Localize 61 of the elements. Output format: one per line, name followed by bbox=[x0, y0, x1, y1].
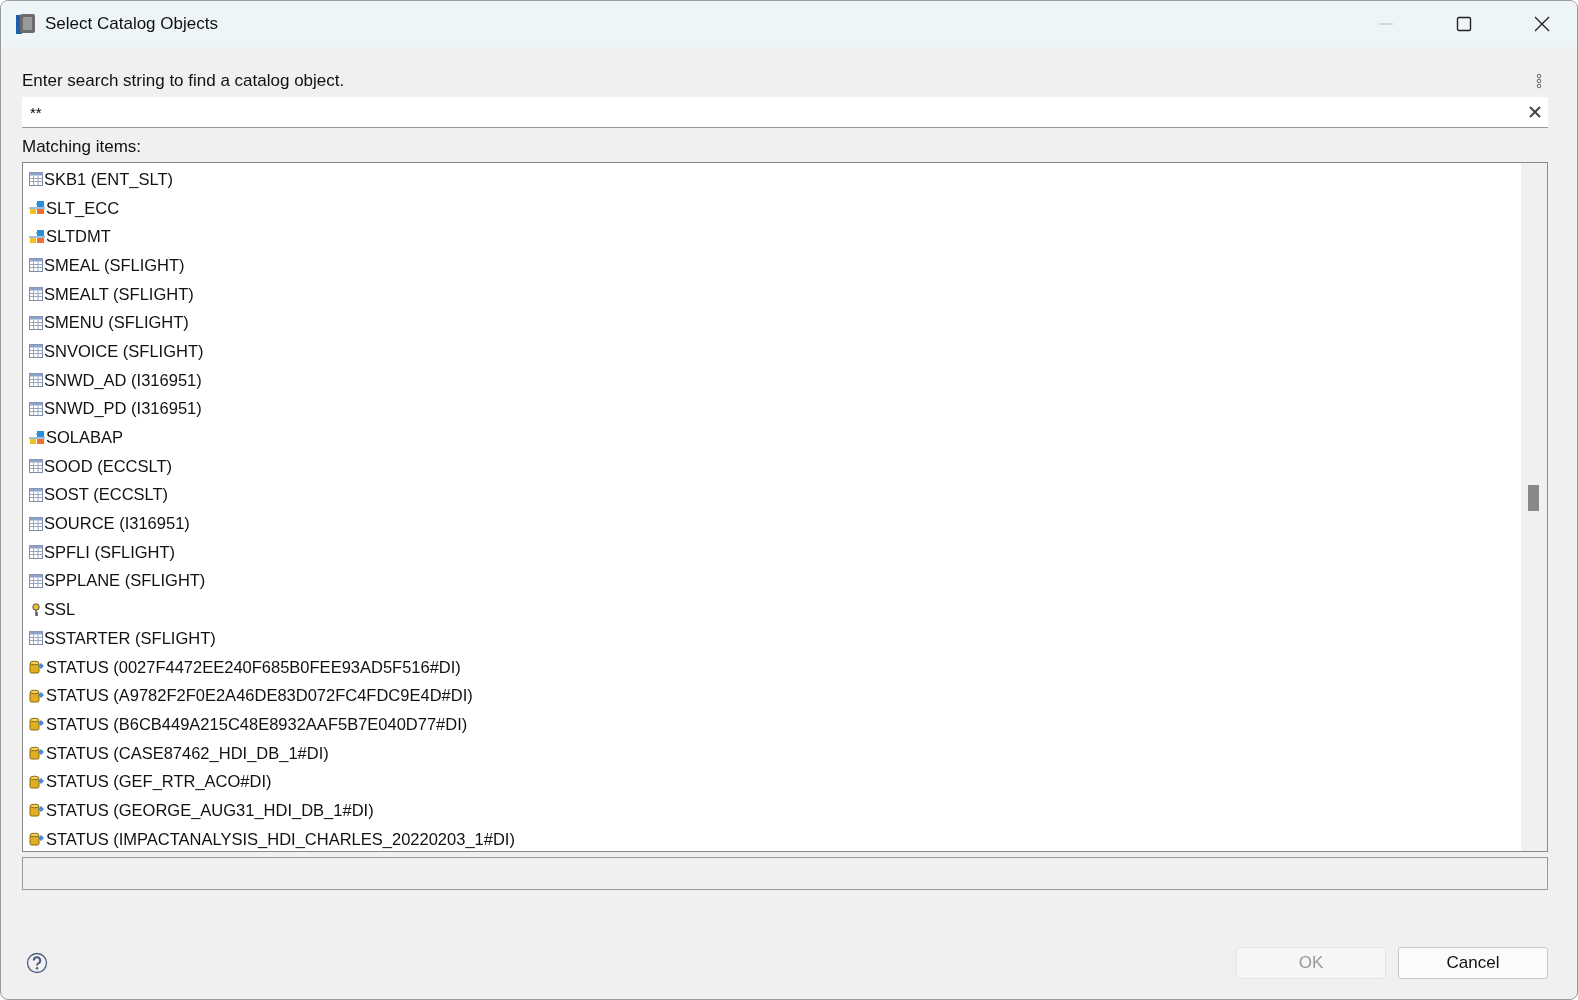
list-item[interactable]: STATUS (CASE87462_HDI_DB_1#DI) bbox=[46, 743, 329, 763]
list-item[interactable]: STATUS (GEORGE_AUG31_HDI_DB_1#DI) bbox=[46, 800, 374, 820]
database-icon bbox=[29, 660, 45, 675]
list-item[interactable]: SMEALT (SFLIGHT) bbox=[44, 284, 194, 304]
list-item[interactable]: STATUS (IMPACTANALYSIS_HDI_CHARLES_20220203_1#DI) bbox=[46, 829, 515, 849]
key-icon bbox=[29, 602, 43, 617]
list-item[interactable]: SNWD_AD (I316951) bbox=[44, 370, 202, 390]
list-item[interactable]: STATUS (GEF_RTR_ACO#DI) bbox=[46, 772, 272, 792]
list-item[interactable]: SSTARTER (SFLIGHT) bbox=[44, 628, 216, 648]
table-icon bbox=[29, 401, 43, 416]
list-item[interactable]: SKB1 (ENT_SLT) bbox=[44, 169, 173, 189]
table-icon bbox=[29, 631, 43, 646]
table-icon bbox=[29, 315, 43, 330]
dialog-button[interactable]: Cancel bbox=[1398, 947, 1548, 979]
table-icon bbox=[29, 172, 43, 187]
search-field[interactable]: ** bbox=[22, 97, 1548, 128]
list-item[interactable]: STATUS (B6CB449A215C48E8932AAF5B7E040D77#DI) bbox=[46, 714, 468, 734]
search-label: Enter search string to find a catalog object. bbox=[22, 71, 345, 91]
scrollbar[interactable] bbox=[1521, 163, 1547, 851]
list-item[interactable]: SSL bbox=[44, 600, 76, 620]
list-item[interactable]: SMENU (SFLIGHT) bbox=[44, 313, 189, 333]
database-icon bbox=[29, 774, 45, 789]
list-item[interactable]: SMEAL (SFLIGHT) bbox=[44, 255, 185, 275]
list-item[interactable]: STATUS (0027F4472EE240F685B0FEE93AD5F516#DI) bbox=[46, 657, 461, 677]
table-icon bbox=[29, 516, 43, 531]
list-item[interactable]: SOURCE (I316951) bbox=[44, 514, 190, 534]
list-item[interactable]: SLTDMT bbox=[46, 227, 111, 247]
package-icon bbox=[29, 430, 45, 445]
help-icon[interactable] bbox=[26, 952, 48, 974]
table-icon bbox=[29, 459, 43, 474]
database-icon bbox=[29, 803, 45, 818]
list-item[interactable]: SNWD_PD (I316951) bbox=[44, 399, 202, 419]
table-icon bbox=[29, 287, 43, 302]
package-icon bbox=[29, 201, 45, 216]
clear-icon[interactable] bbox=[1528, 105, 1542, 119]
list-label: Matching items: bbox=[22, 137, 143, 157]
package-icon bbox=[29, 229, 45, 244]
database-icon bbox=[29, 746, 45, 761]
list-item[interactable]: SPFLI (SFLIGHT) bbox=[44, 542, 176, 562]
table-icon bbox=[29, 545, 43, 560]
list-item[interactable]: SOLABAP bbox=[46, 428, 124, 448]
table-icon bbox=[29, 573, 43, 588]
list-item[interactable]: SNVOICE (SFLIGHT) bbox=[44, 341, 204, 361]
table-icon bbox=[29, 487, 43, 502]
list-item[interactable]: SPPLANE (SFLIGHT) bbox=[44, 571, 206, 591]
window-title: Select Catalog Objects bbox=[45, 14, 218, 34]
catalog-icon bbox=[15, 13, 37, 35]
database-icon bbox=[29, 688, 45, 703]
list-item[interactable]: SLT_ECC bbox=[46, 198, 120, 218]
database-icon bbox=[29, 832, 45, 847]
database-icon bbox=[29, 717, 45, 732]
scrollbar-thumb[interactable] bbox=[1528, 485, 1539, 511]
close-icon[interactable] bbox=[1533, 15, 1551, 33]
list-item[interactable]: SOST (ECCSLT) bbox=[44, 485, 169, 505]
maximize-icon[interactable] bbox=[1456, 16, 1472, 32]
more-options-icon[interactable] bbox=[1536, 73, 1542, 89]
table-icon bbox=[29, 258, 43, 273]
table-icon bbox=[29, 373, 43, 388]
list-item[interactable]: STATUS (A9782F2F0E2A46DE83D072FC4FDC9E4D#DI) bbox=[46, 686, 473, 706]
table-icon bbox=[29, 344, 43, 359]
list-item[interactable]: SOOD (ECCSLT) bbox=[44, 456, 173, 476]
